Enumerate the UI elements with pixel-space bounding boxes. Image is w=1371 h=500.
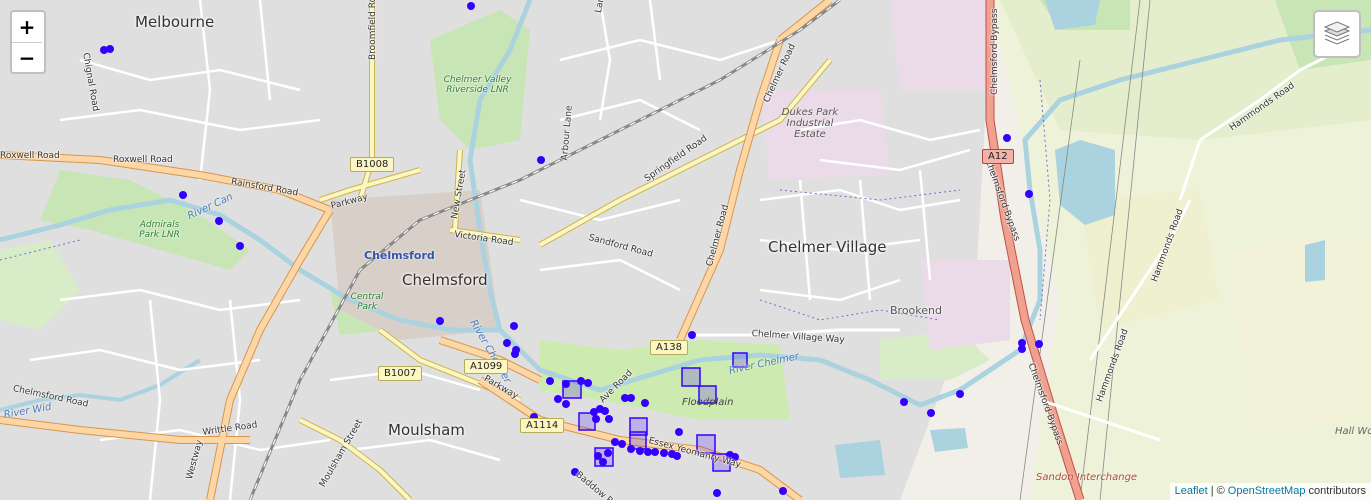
layers-icon xyxy=(1323,21,1351,45)
location-marker[interactable] xyxy=(562,400,570,408)
location-marker[interactable] xyxy=(537,156,545,164)
attribution-contributors: contributors xyxy=(1308,485,1366,497)
location-marker[interactable] xyxy=(604,449,612,457)
location-marker[interactable] xyxy=(611,438,619,446)
location-marker[interactable] xyxy=(511,350,519,358)
location-marker[interactable] xyxy=(713,489,721,497)
location-marker[interactable] xyxy=(660,449,668,457)
location-marker[interactable] xyxy=(503,339,511,347)
location-marker[interactable] xyxy=(636,447,644,455)
location-marker[interactable] xyxy=(592,415,600,423)
attribution-separator: | xyxy=(1210,485,1214,497)
location-marker[interactable] xyxy=(927,409,935,417)
layers-control-button[interactable] xyxy=(1313,10,1361,58)
location-marker[interactable] xyxy=(599,458,607,466)
location-marker[interactable] xyxy=(584,379,592,387)
location-marker[interactable] xyxy=(436,317,444,325)
shield-a1099: A1099 xyxy=(464,359,509,374)
attribution-copyright: © xyxy=(1216,485,1225,497)
location-marker[interactable] xyxy=(675,428,683,436)
shield-b1007: B1007 xyxy=(378,366,423,381)
location-marker[interactable] xyxy=(467,2,475,10)
location-marker[interactable] xyxy=(644,448,652,456)
location-marker[interactable] xyxy=(956,390,964,398)
location-marker[interactable] xyxy=(605,415,613,423)
location-marker[interactable] xyxy=(106,45,114,53)
zoom-in-button[interactable]: + xyxy=(12,12,42,42)
location-marker[interactable] xyxy=(627,445,635,453)
area-polygon[interactable] xyxy=(681,367,701,387)
location-marker[interactable] xyxy=(546,377,554,385)
attribution: Leaflet | © OpenStreetMap contributors xyxy=(1169,483,1371,500)
zoom-control: + − xyxy=(10,10,46,74)
location-marker[interactable] xyxy=(641,399,649,407)
location-marker[interactable] xyxy=(577,377,585,385)
osm-link[interactable]: OpenStreetMap xyxy=(1228,485,1306,497)
location-marker[interactable] xyxy=(510,322,518,330)
location-marker[interactable] xyxy=(215,217,223,225)
location-marker[interactable] xyxy=(1003,134,1011,142)
map-container[interactable]: Melbourne Chelmsford Chelmsford Chelmer … xyxy=(0,0,1371,500)
area-polygon[interactable] xyxy=(698,385,717,404)
location-marker[interactable] xyxy=(651,448,659,456)
location-marker[interactable] xyxy=(1018,345,1026,353)
shield-a1114: A1114 xyxy=(520,418,565,433)
location-marker[interactable] xyxy=(627,394,635,402)
location-marker[interactable] xyxy=(571,468,579,476)
location-marker[interactable] xyxy=(179,191,187,199)
area-polygon[interactable] xyxy=(696,434,716,454)
location-marker[interactable] xyxy=(554,395,562,403)
location-marker[interactable] xyxy=(779,487,787,495)
shield-a12: A12 xyxy=(982,149,1014,164)
location-marker[interactable] xyxy=(688,331,696,339)
location-marker[interactable] xyxy=(1025,190,1033,198)
overlay-layer xyxy=(100,2,1043,497)
location-marker[interactable] xyxy=(1035,340,1043,348)
location-marker[interactable] xyxy=(562,380,570,388)
leaflet-link[interactable]: Leaflet xyxy=(1175,485,1208,497)
area-polygon[interactable] xyxy=(732,352,748,368)
location-marker[interactable] xyxy=(731,453,739,461)
location-marker[interactable] xyxy=(618,440,626,448)
zoom-out-button[interactable]: − xyxy=(12,42,42,72)
location-marker[interactable] xyxy=(236,242,244,250)
location-marker[interactable] xyxy=(900,398,908,406)
shield-a138: A138 xyxy=(650,340,688,355)
shield-b1008: B1008 xyxy=(350,157,395,172)
location-marker[interactable] xyxy=(673,452,681,460)
location-marker[interactable] xyxy=(601,407,609,415)
